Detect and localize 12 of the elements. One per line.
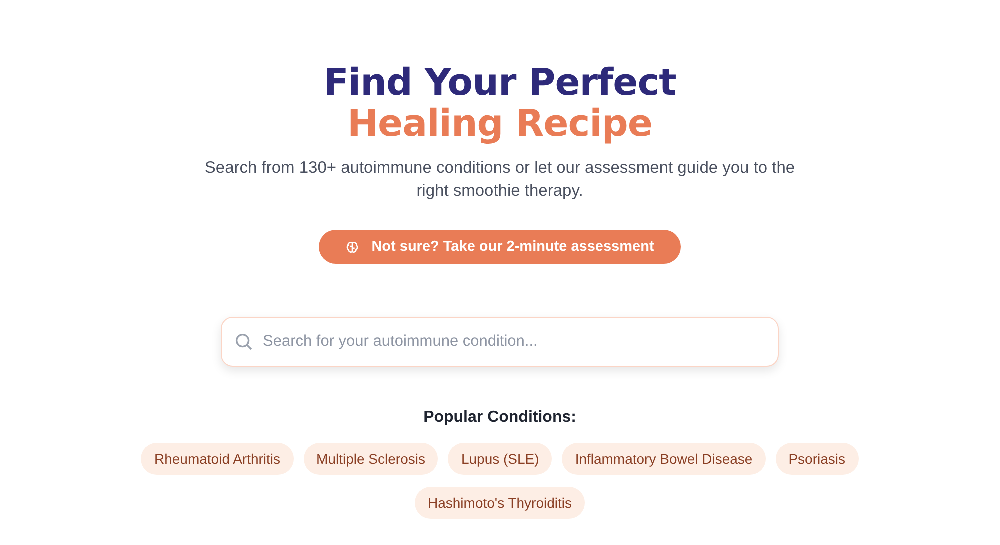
- condition-chip[interactable]: Multiple Sclerosis: [304, 443, 438, 475]
- condition-chip[interactable]: Rheumatoid Arthritis: [141, 443, 294, 475]
- subtitle: Search from 130+ autoimmune conditions or let our assessment guide you to the right smoothie therapy.: [204, 158, 796, 202]
- heading-line: Healing Recipe: [348, 103, 652, 144]
- condition-chip[interactable]: Inflammatory Bowel Disease: [562, 443, 766, 475]
- heading-line: Find Your Perfect: [324, 62, 676, 103]
- condition-chip[interactable]: Lupus (SLE): [448, 443, 552, 475]
- brain-icon: [346, 240, 359, 254]
- search-field[interactable]: Search for your autoimmune condition...: [221, 317, 779, 367]
- condition-chip[interactable]: Psoriasis: [776, 443, 859, 475]
- section-title: Popular Conditions:: [424, 409, 576, 427]
- condition-chip[interactable]: Hashimoto's Thyroiditis: [414, 487, 586, 519]
